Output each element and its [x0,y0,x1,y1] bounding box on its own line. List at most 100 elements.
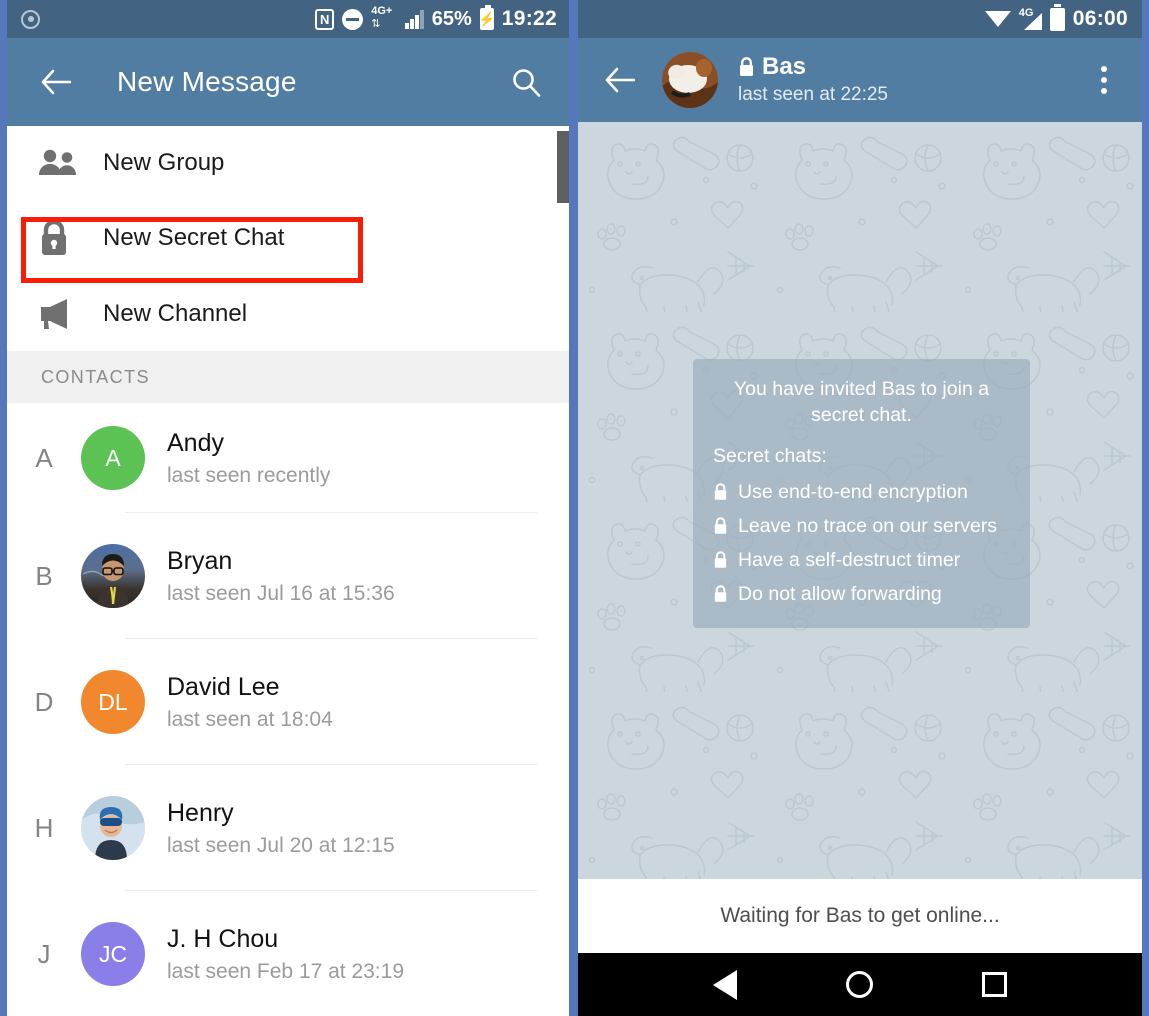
screen-cast-icon [21,9,40,29]
info-card-heading: Secret chats: [713,444,827,467]
search-icon [513,69,541,97]
new-message-list: New Group New Secret Chat New Channel CO… [7,126,569,1016]
android-nav-bar [578,953,1142,1016]
right-phone-panel: 4G 06:00 Bas last seen at 22:25 You have… [578,0,1142,1016]
battery-icon [1049,3,1065,31]
contact-row-jh-chou[interactable]: J JC J. H Chou last seen Feb 17 at 23:19 [7,891,569,1016]
nav-home-circle-icon [846,971,874,998]
avatar-photo [81,796,145,860]
contacts-section-header: CONTACTS [7,351,569,403]
info-card-item: Have a self-destruct timer [713,549,1010,572]
contact-status: last seen Jul 20 at 12:15 [167,834,395,858]
contact-row-david-lee[interactable]: D DL David Lee last seen at 18:04 [7,639,569,765]
contact-name: Andy [167,428,224,457]
contact-index-letter: D [34,686,54,717]
contact-index-letter: H [34,812,54,843]
contact-index-letter: A [35,442,53,473]
avatar [81,796,145,860]
mobile-data-icon: 4G+ ⇅ [371,5,397,30]
overflow-menu-button[interactable] [1082,58,1126,102]
chat-subtitle: last seen at 22:25 [738,84,888,106]
contact-index-letter: J [37,938,51,969]
lock-icon [714,585,727,603]
secret-chat-info-card: You have invited Bas to join a secret ch… [693,359,1030,628]
menu-item-new-secret-chat[interactable]: New Secret Chat [7,200,569,276]
network-type-label: 4G+ [371,5,393,17]
nfc-icon: N [315,8,335,30]
info-card-item-label: Use end-to-end encryption [738,480,968,503]
contact-index-letter: B [35,560,53,591]
battery-charging-icon: ⚡ [478,5,496,30]
avatar-photo [662,52,718,108]
screenshot-root: N 4G+ ⇅ 65% ⚡ 19:22 New Message New Grou… [0,0,1149,1016]
menu-label-new-secret-chat: New Secret Chat [103,224,285,251]
contact-row-andy[interactable]: A A Andy last seen recently [7,403,569,513]
contact-name: Bryan [167,546,233,575]
contact-status: last seen recently [167,464,331,488]
contact-row-henry[interactable]: H Henry last seen Jul 20 at 12:15 [7,765,569,891]
menu-item-new-group[interactable]: New Group [7,126,569,200]
contact-status: last seen Jul 16 at 15:36 [167,582,395,606]
contact-name: J. H Chou [167,924,279,953]
info-card-item: Leave no trace on our servers [713,515,1010,538]
page-title: New Message [117,66,297,97]
nav-back-button[interactable] [705,965,745,1005]
left-clock-label: 19:22 [501,7,557,30]
contact-avatar[interactable] [662,52,718,108]
avatar: A [81,426,145,490]
avatar-initials: A [105,444,121,471]
wifi-icon [984,11,1011,27]
back-button[interactable] [35,61,77,103]
search-button[interactable] [505,61,547,103]
avatar [81,544,145,608]
list-scrollbar-thumb[interactable] [557,131,569,203]
info-card-item-label: Leave no trace on our servers [738,514,998,537]
left-phone-panel: N 4G+ ⇅ 65% ⚡ 19:22 New Message New Grou… [7,0,569,1016]
info-card-lead: You have invited Bas to join a secret ch… [733,378,990,426]
avatar: JC [81,922,145,986]
data-arrows-icon: ⇅ [371,18,380,30]
network-type-label: 4G [1018,6,1034,19]
menu-item-new-channel[interactable]: New Channel [7,276,569,351]
back-button[interactable] [600,60,640,100]
chat-title: Bas [762,52,807,80]
chat-header-meta: Bas last seen at 22:25 [738,52,1082,106]
avatar-initials: DL [98,688,128,715]
signal-triangle-icon: 4G [1018,6,1042,30]
right-status-bar: 4G 06:00 [578,0,1142,38]
chat-header: Bas last seen at 22:25 [578,38,1142,122]
lock-icon [740,57,753,76]
contact-row-bryan[interactable]: B Bryan last seen Jul 16 at 15:36 [7,513,569,639]
right-clock-label: 06:00 [1072,7,1128,30]
back-arrow-icon [605,67,635,93]
battery-percent-label: 65% [431,7,472,30]
chat-message-area: You have invited Bas to join a secret ch… [578,122,1142,879]
avatar: DL [81,670,145,734]
info-card-item-label: Have a self-destruct timer [738,548,961,571]
nav-back-triangle-icon [713,969,738,1000]
lock-icon [37,219,91,257]
signal-bars-icon [405,9,424,29]
group-people-icon [37,148,91,178]
left-status-bar: N 4G+ ⇅ 65% ⚡ 19:22 [7,0,569,38]
info-card-item: Do not allow forwarding [713,583,1010,606]
menu-label-new-group: New Group [103,149,225,176]
avatar-photo [82,554,129,608]
menu-label-new-channel: New Channel [103,299,248,327]
nav-recents-square-icon [982,972,1008,997]
avatar-initials: JC [98,940,128,967]
info-card-item-label: Do not allow forwarding [738,582,942,605]
contact-status: last seen at 18:04 [167,708,333,732]
chat-title-row: Bas [738,52,1082,80]
nav-home-button[interactable] [840,965,880,1005]
nav-recents-button[interactable] [975,965,1015,1005]
lock-icon [714,551,727,569]
contact-status: last seen Feb 17 at 23:19 [167,960,404,984]
lock-icon [714,517,727,535]
contact-name: Henry [167,798,234,827]
lock-icon [714,483,727,501]
waiting-status-bar: Waiting for Bas to get online... [578,879,1142,953]
info-card-item: Use end-to-end encryption [713,481,1010,504]
do-not-disturb-icon [342,8,364,30]
contact-name: David Lee [167,672,280,701]
